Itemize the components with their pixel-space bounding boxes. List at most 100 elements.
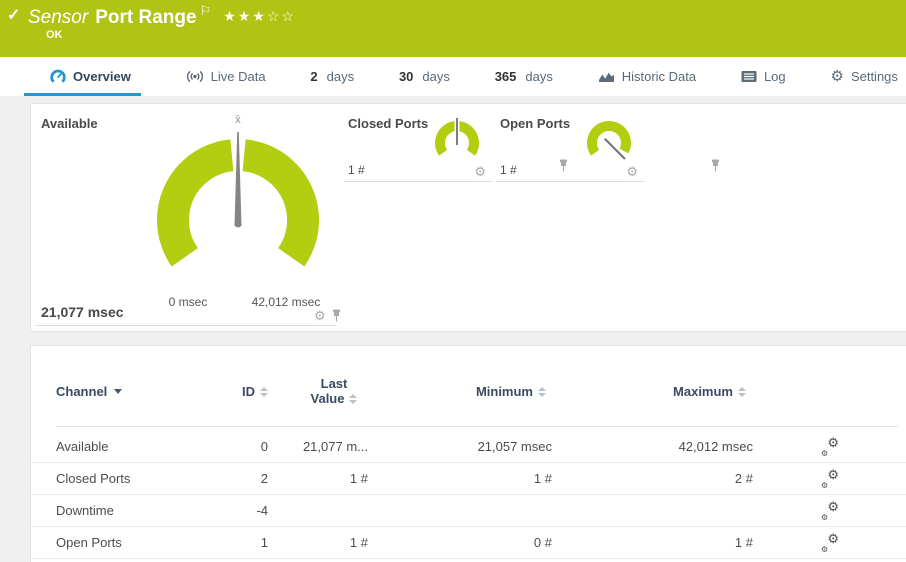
tab-label: days	[525, 69, 553, 84]
tab-day-count: 365	[494, 69, 517, 84]
tab-2-days[interactable]: 2 days	[310, 57, 354, 96]
sensor-status-banner: ✓ Sensor Port Range ⚐ ★★★☆☆ OK	[0, 0, 906, 57]
open-ports-gauge-block: Open Ports 1 # ⚙	[496, 115, 720, 182]
column-header-label: ID	[242, 384, 255, 399]
channel-maximum: 1 #	[734, 535, 753, 550]
tab-365-days[interactable]: 365 days	[495, 57, 553, 96]
pin-icon[interactable]	[711, 159, 720, 172]
tab-overview[interactable]: Overview	[24, 57, 141, 96]
channel-settings-cell: ⚙ ⚙	[813, 527, 847, 558]
available-last-value: 21,077 msec	[41, 304, 124, 320]
tab-30-days[interactable]: 30 days	[399, 57, 450, 96]
channel-minimum	[422, 495, 552, 526]
tab-label: days	[326, 69, 355, 84]
flag-icon[interactable]: ⚐	[200, 3, 212, 18]
column-header-maximum[interactable]: Maximum	[616, 384, 746, 399]
gauges-panel: Available x̄ 0 msec 42,012 msec 21,077 m…	[30, 103, 906, 332]
tab-label: days	[422, 69, 450, 84]
column-header-minimum[interactable]: Minimum	[416, 384, 546, 399]
channel-minimum: 21,057 msec	[477, 439, 552, 454]
log-icon	[741, 71, 757, 82]
column-header-label: Last	[320, 376, 348, 391]
gauge-settings-icon[interactable]: ⚙	[314, 309, 326, 322]
object-kind-label: Sensor	[28, 7, 89, 28]
channel-settings-icon[interactable]: ⚙ ⚙	[821, 467, 839, 490]
sort-icon	[538, 386, 546, 397]
gauge-settings-icon[interactable]: ⚙	[626, 165, 638, 178]
tab-live-data[interactable]: Live Data	[186, 57, 266, 96]
tab-label: Overview	[73, 69, 131, 84]
closed-ports-gauge[interactable]	[429, 109, 485, 171]
gauge-title-closed-ports: Closed Ports	[348, 116, 429, 131]
channel-name[interactable]: Available	[56, 431, 196, 462]
channel-last-value: 21,077 m...	[302, 439, 368, 454]
gauge-divider	[36, 325, 336, 326]
channel-settings-icon[interactable]: ⚙ ⚙	[821, 531, 839, 554]
tab-label: Historic Data	[621, 69, 697, 84]
gear-icon: ⚙	[830, 68, 844, 85]
gauge-icon	[50, 69, 66, 83]
chart-icon	[598, 72, 614, 82]
channel-last-value	[276, 495, 368, 526]
gauge-min-label: 0 msec	[168, 295, 208, 309]
sort-icon	[349, 393, 358, 404]
priority-stars[interactable]: ★★★☆☆	[223, 8, 296, 24]
channel-name[interactable]: Downtime	[56, 495, 196, 526]
column-header-last-value[interactable]: Last Value	[286, 376, 382, 406]
channels-table-panel: Channel ID Last Value Minimum Maximum Av…	[30, 345, 906, 562]
sort-desc-icon	[114, 389, 123, 394]
column-header-label: Minimum	[475, 384, 533, 399]
tab-bar: Overview Live Data 2 days 30 days 365 da…	[0, 57, 906, 96]
open-ports-gauge[interactable]	[581, 109, 637, 171]
gauge-title-available: Available	[41, 116, 98, 131]
tab-label: Settings	[850, 69, 898, 84]
average-marker: x̄	[235, 114, 241, 126]
tab-historic-data[interactable]: Historic Data	[598, 57, 696, 96]
channel-last-value: 1 #	[349, 471, 368, 486]
sort-icon	[260, 386, 268, 397]
column-header-id[interactable]: ID	[196, 384, 268, 399]
gauge-max-label: 42,012 msec	[251, 295, 321, 309]
tab-day-count: 30	[398, 69, 414, 84]
tab-label: Log	[763, 69, 786, 84]
table-row-available[interactable]: Available 0 21,077 m... 21,057 msec 42,0…	[31, 431, 906, 463]
tab-settings[interactable]: ⚙ Settings	[830, 57, 897, 96]
channel-id: 2	[260, 471, 268, 486]
column-header-label: Channel	[56, 384, 108, 399]
gauge-actions: ⚙	[626, 159, 720, 178]
gauge-settings-icon[interactable]: ⚙	[474, 165, 486, 178]
channel-id: 1	[260, 535, 268, 550]
sensor-title: Sensor Port Range ⚐ ★★★☆☆	[28, 3, 296, 29]
sensor-name[interactable]: Port Range	[95, 7, 196, 28]
channel-settings-cell: ⚙ ⚙	[813, 463, 847, 494]
gauge-title-open-ports: Open Ports	[500, 116, 571, 131]
channel-name[interactable]: Closed Ports	[56, 463, 196, 494]
closed-ports-last-value: 1 #	[348, 163, 365, 177]
tab-log[interactable]: Log	[741, 57, 786, 96]
channel-name[interactable]: Open Ports	[56, 527, 196, 558]
open-ports-last-value: 1 #	[500, 163, 517, 177]
column-header-label: Value	[310, 391, 345, 406]
channel-settings-cell: ⚙ ⚙	[813, 431, 847, 462]
channel-maximum	[623, 495, 753, 526]
channel-maximum: 42,012 msec	[678, 439, 753, 454]
channel-settings-icon[interactable]: ⚙ ⚙	[821, 435, 839, 458]
ok-check-icon: ✓	[7, 7, 21, 24]
closed-ports-gauge-block: Closed Ports 1 # ⚙	[344, 115, 568, 182]
available-gauge[interactable]: x̄	[148, 112, 328, 302]
prtg-sensor-page: ✓ Sensor Port Range ⚐ ★★★☆☆ OK Overview	[0, 0, 906, 562]
tab-day-count: 2	[310, 69, 318, 84]
channel-settings-icon[interactable]: ⚙ ⚙	[821, 499, 839, 522]
channel-id: -4	[256, 503, 268, 518]
channel-last-value: 1 #	[349, 535, 368, 550]
gauge-actions: ⚙	[314, 309, 341, 322]
live-icon	[186, 70, 203, 83]
column-header-channel[interactable]: Channel	[56, 384, 196, 399]
table-row-open-ports[interactable]: Open Ports 1 1 # 0 # 1 # ⚙ ⚙	[31, 527, 906, 559]
table-header-divider	[56, 426, 898, 427]
sort-icon	[738, 386, 746, 397]
table-row-closed-ports[interactable]: Closed Ports 2 1 # 1 # 2 # ⚙ ⚙	[31, 463, 906, 495]
table-row-downtime[interactable]: Downtime -4 ⚙ ⚙	[31, 495, 906, 527]
pin-icon[interactable]	[332, 309, 341, 322]
column-header-label: Maximum	[673, 384, 733, 399]
